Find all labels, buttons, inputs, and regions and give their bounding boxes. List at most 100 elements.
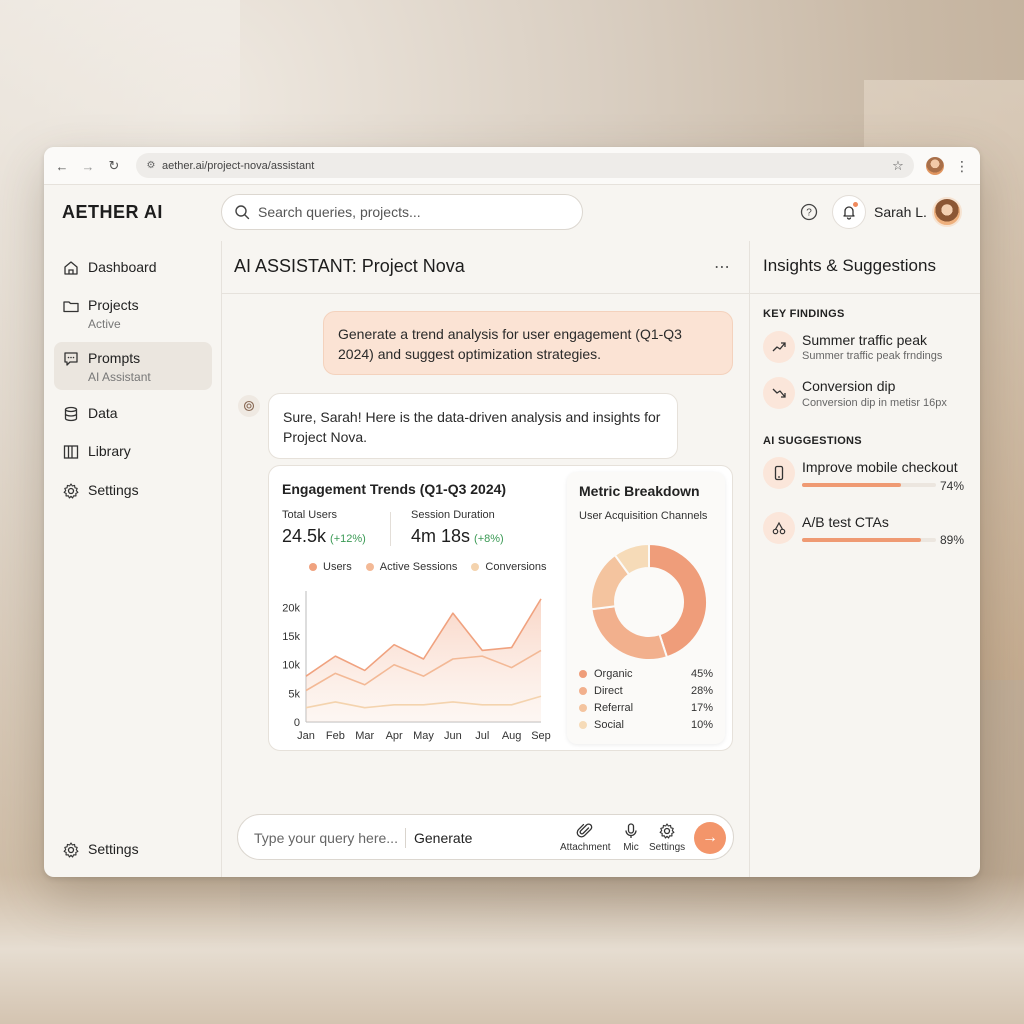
insights-divider bbox=[750, 293, 980, 294]
stat-label: Session Duration bbox=[411, 509, 495, 521]
url-text: aether.ai/project-nova/assistant bbox=[162, 159, 315, 172]
panel-divider bbox=[749, 241, 750, 877]
suggestion-progress-fill bbox=[802, 483, 902, 487]
stat-delta: (+12%) bbox=[330, 533, 366, 545]
gear-icon bbox=[659, 823, 675, 839]
insights-title: Insights & Suggestions bbox=[763, 256, 936, 275]
legend-label: Active Sessions bbox=[379, 561, 458, 573]
x-tick-label: Jul bbox=[475, 730, 489, 742]
user-avatar[interactable] bbox=[932, 197, 962, 227]
composer-divider bbox=[405, 828, 406, 848]
x-tick-label: Feb bbox=[326, 730, 345, 742]
legend-swatch bbox=[579, 721, 587, 729]
legend-item: Active Sessions bbox=[365, 561, 458, 573]
y-tick-label: 20k bbox=[282, 602, 300, 614]
notifications-button[interactable] bbox=[832, 195, 866, 229]
donut-legend-value: 10% bbox=[690, 719, 713, 731]
x-tick-label: Jan bbox=[297, 730, 315, 742]
legend-swatch bbox=[579, 687, 587, 695]
sidebar-item-projects[interactable]: Projects Active bbox=[54, 289, 212, 339]
back-icon[interactable]: ← bbox=[52, 156, 72, 176]
legend-swatch bbox=[471, 563, 480, 571]
donut-legend-label: Organic bbox=[594, 668, 633, 680]
donut-legend-label: Referral bbox=[594, 702, 634, 714]
folder-icon bbox=[63, 301, 79, 313]
donut-legend-row: Direct 28% bbox=[579, 683, 713, 699]
sidebar-item-sublabel: AI Assistant bbox=[88, 370, 151, 384]
finding-detail: Summer traffic peak frndings bbox=[802, 350, 943, 362]
send-button[interactable]: → bbox=[694, 822, 726, 854]
suggestion-name[interactable]: A/B test CTAs bbox=[802, 514, 889, 530]
suggestion-icon-wrap bbox=[763, 512, 795, 544]
stat-total-users: 24.5k (+12%) bbox=[282, 526, 366, 547]
finding-name[interactable]: Conversion dip bbox=[802, 378, 895, 394]
bookmark-star-icon[interactable]: ☆ bbox=[888, 156, 908, 176]
sidebar-item-dashboard[interactable]: Dashboard bbox=[54, 251, 212, 284]
sidebar-item-label: Projects bbox=[88, 297, 139, 313]
generate-button[interactable]: Generate bbox=[414, 830, 472, 846]
sidebar-item-settings[interactable]: Settings bbox=[54, 474, 212, 507]
legend-swatch bbox=[365, 563, 374, 571]
forward-icon[interactable]: → bbox=[78, 156, 98, 176]
user-name[interactable]: Sarah L. bbox=[874, 204, 927, 220]
stat-session-duration: 4m 18s (+8%) bbox=[411, 526, 504, 547]
legend-swatch bbox=[309, 563, 317, 571]
trend-up-icon bbox=[772, 342, 786, 352]
legend-item: Users bbox=[309, 561, 352, 573]
search-input[interactable]: Search queries, projects... bbox=[221, 194, 583, 230]
brand-logo: AETHER AI bbox=[62, 202, 163, 222]
browser-profile-avatar[interactable] bbox=[926, 157, 944, 175]
attachment-button[interactable]: Attachment bbox=[560, 822, 611, 853]
sidebar-item-label: Settings bbox=[88, 841, 139, 857]
suggestion-icon-wrap bbox=[763, 457, 795, 489]
sidebar-item-library[interactable]: Library bbox=[54, 435, 212, 468]
legend-label: Conversions bbox=[485, 561, 547, 573]
ai-sparkle-icon bbox=[243, 400, 255, 412]
legend-swatch bbox=[579, 704, 587, 712]
tool-label: Mic bbox=[623, 842, 639, 853]
stat-divider bbox=[390, 512, 391, 546]
ai-suggestions-heading: AI SUGGESTIONS bbox=[763, 435, 862, 447]
donut-subtitle: User Acquisition Channels bbox=[579, 510, 708, 522]
site-info-icon[interactable]: ⚙ bbox=[145, 159, 157, 171]
sidebar-item-sublabel: Active bbox=[88, 317, 121, 331]
sidebar-bottom-settings[interactable]: Settings bbox=[54, 833, 212, 866]
browser-menu-icon[interactable]: ⋮ bbox=[952, 156, 972, 176]
suggestion-percent: 89% bbox=[940, 533, 965, 547]
query-input[interactable]: Type your query here... bbox=[254, 830, 398, 846]
legend-swatch bbox=[579, 670, 587, 678]
chart-legend: Users Active Sessions Conversions bbox=[309, 561, 561, 573]
search-placeholder: Search queries, projects... bbox=[258, 204, 421, 220]
stat-delta: (+8%) bbox=[474, 533, 504, 545]
donut-legend-value: 28% bbox=[690, 685, 713, 697]
sidebar: Dashboard Projects Active Prompts AI Ass… bbox=[44, 241, 221, 877]
composer-settings-button[interactable]: Settings bbox=[649, 822, 685, 853]
finding-name[interactable]: Summer traffic peak bbox=[802, 332, 927, 348]
address-bar[interactable]: ⚙ aether.ai/project-nova/assistant bbox=[136, 153, 914, 178]
legend-item: Conversions bbox=[471, 561, 547, 573]
stat-label: Total Users bbox=[282, 509, 338, 521]
sidebar-item-data[interactable]: Data bbox=[54, 397, 212, 430]
suggestion-progress-bar bbox=[802, 483, 936, 487]
y-tick-label: 0 bbox=[294, 717, 300, 729]
page-title: AI ASSISTANT: Project Nova bbox=[234, 256, 465, 276]
more-options-icon[interactable]: ⋯ bbox=[714, 257, 731, 277]
gear-icon bbox=[63, 842, 79, 858]
sidebar-item-label: Library bbox=[88, 443, 131, 459]
sidebar-item-prompts[interactable]: Prompts AI Assistant bbox=[54, 342, 212, 390]
x-tick-label: Aug bbox=[502, 730, 522, 742]
mic-icon bbox=[625, 823, 637, 838]
gear-icon bbox=[63, 483, 79, 499]
metric-breakdown-card: Metric Breakdown User Acquisition Channe… bbox=[567, 472, 725, 744]
chart-title: Engagement Trends (Q1-Q3 2024) bbox=[282, 481, 507, 497]
reload-icon[interactable]: ↻ bbox=[104, 156, 124, 176]
donut-legend-value: 45% bbox=[690, 668, 713, 680]
mic-button[interactable]: Mic bbox=[622, 822, 640, 853]
svg-text:?: ? bbox=[806, 208, 812, 219]
suggestion-progress-bar bbox=[802, 538, 936, 542]
donut-legend-row: Social 10% bbox=[579, 717, 713, 733]
database-icon bbox=[64, 406, 78, 422]
chat-icon bbox=[64, 352, 78, 366]
help-icon[interactable]: ? bbox=[800, 203, 818, 221]
suggestion-name[interactable]: Improve mobile checkout bbox=[802, 459, 958, 475]
